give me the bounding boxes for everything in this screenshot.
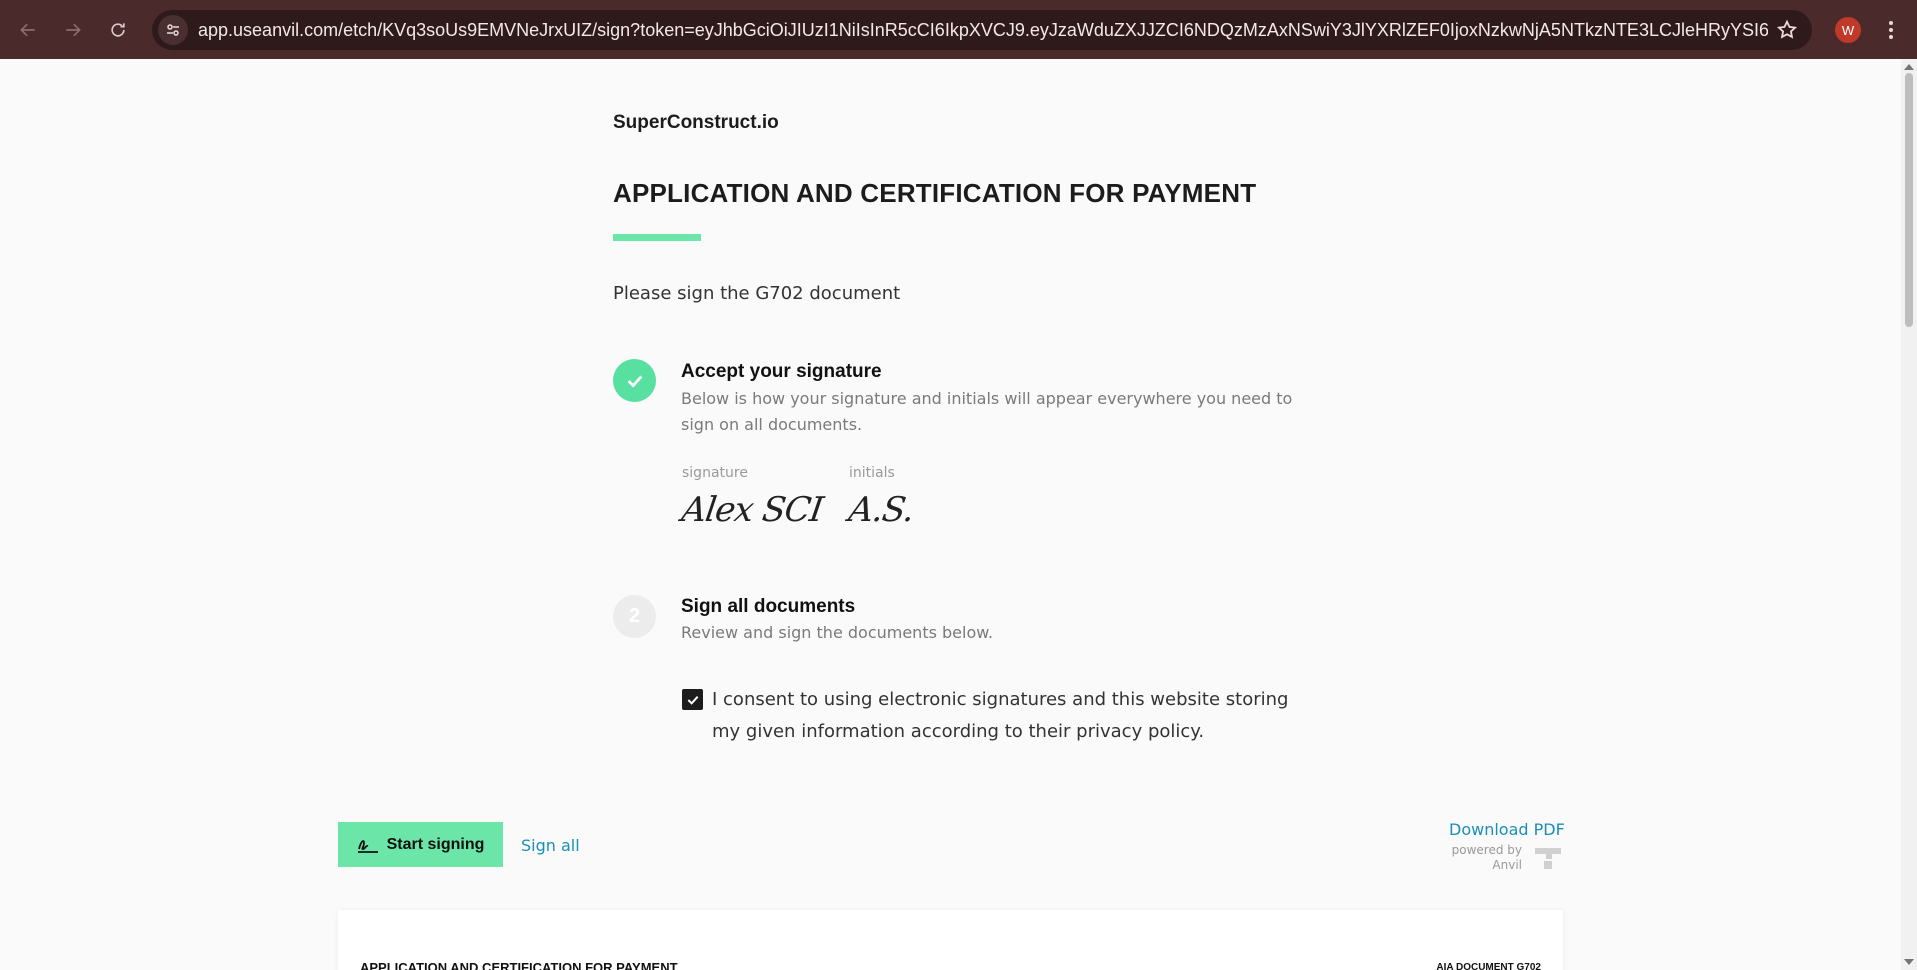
page-title: APPLICATION AND CERTIFICATION FOR PAYMEN…: [613, 178, 1257, 208]
powered-by-brand: Anvil: [1492, 858, 1522, 872]
step-sign-documents-title: Sign all documents: [681, 596, 856, 617]
signature-label: signature: [682, 465, 748, 481]
document-title: APPLICATION AND CERTIFICATION FOR PAYMEN…: [360, 960, 678, 970]
start-signing-label: Start signing: [386, 835, 485, 853]
reload-icon[interactable]: [103, 15, 133, 45]
company-name: SuperConstruct.io: [613, 112, 779, 133]
url-text[interactable]: app.useanvil.com/etch/KVq3soUs9EMVNeJrxU…: [198, 20, 1768, 41]
step-number-badge: 2: [613, 595, 656, 638]
powered-by-text: powered by Anvil: [1448, 843, 1522, 873]
forward-arrow-icon[interactable]: [58, 15, 88, 45]
step-accept-signature-title: Accept your signature: [681, 361, 882, 382]
powered-by-label: powered by: [1451, 843, 1522, 857]
document-preview[interactable]: APPLICATION AND CERTIFICATION FOR PAYMEN…: [338, 910, 1563, 970]
anvil-logo-icon[interactable]: [1533, 845, 1563, 871]
step-sign-documents-description: Review and sign the documents below.: [681, 623, 993, 642]
signature-preview: Alex SCI: [679, 490, 826, 530]
address-bar[interactable]: app.useanvil.com/etch/KVq3soUs9EMVNeJrxU…: [152, 10, 1812, 50]
intro-text: Please sign the G702 document: [613, 283, 901, 304]
site-settings-icon[interactable]: [158, 15, 188, 45]
initials-preview: A.S.: [846, 490, 917, 530]
title-accent-bar: [613, 234, 701, 241]
browser-toolbar: app.useanvil.com/etch/KVq3soUs9EMVNeJrxU…: [0, 0, 1917, 59]
signature-pen-icon: [357, 839, 378, 853]
back-arrow-icon[interactable]: [13, 15, 43, 45]
scroll-down-arrow-icon[interactable]: [1904, 959, 1914, 965]
consent-text[interactable]: I consent to using electronic signatures…: [712, 684, 1302, 748]
step-complete-check-icon: [613, 359, 656, 402]
download-pdf-link[interactable]: Download PDF: [1449, 820, 1565, 839]
star-icon[interactable]: [1776, 19, 1798, 45]
step-accept-signature-description: Below is how your signature and initials…: [681, 389, 1293, 434]
scroll-thumb[interactable]: [1905, 73, 1913, 327]
profile-avatar[interactable]: W: [1835, 17, 1861, 43]
document-tag: AIA DOCUMENT G702: [1436, 962, 1541, 970]
initials-label: initials: [849, 465, 895, 481]
sign-all-link[interactable]: Sign all: [521, 836, 580, 855]
kebab-menu-icon[interactable]: [1881, 17, 1901, 43]
page-scrollbar[interactable]: [1901, 59, 1917, 970]
consent-checkbox[interactable]: [682, 689, 703, 710]
start-signing-button[interactable]: Start signing: [338, 822, 503, 867]
scroll-up-arrow-icon[interactable]: [1904, 64, 1914, 70]
